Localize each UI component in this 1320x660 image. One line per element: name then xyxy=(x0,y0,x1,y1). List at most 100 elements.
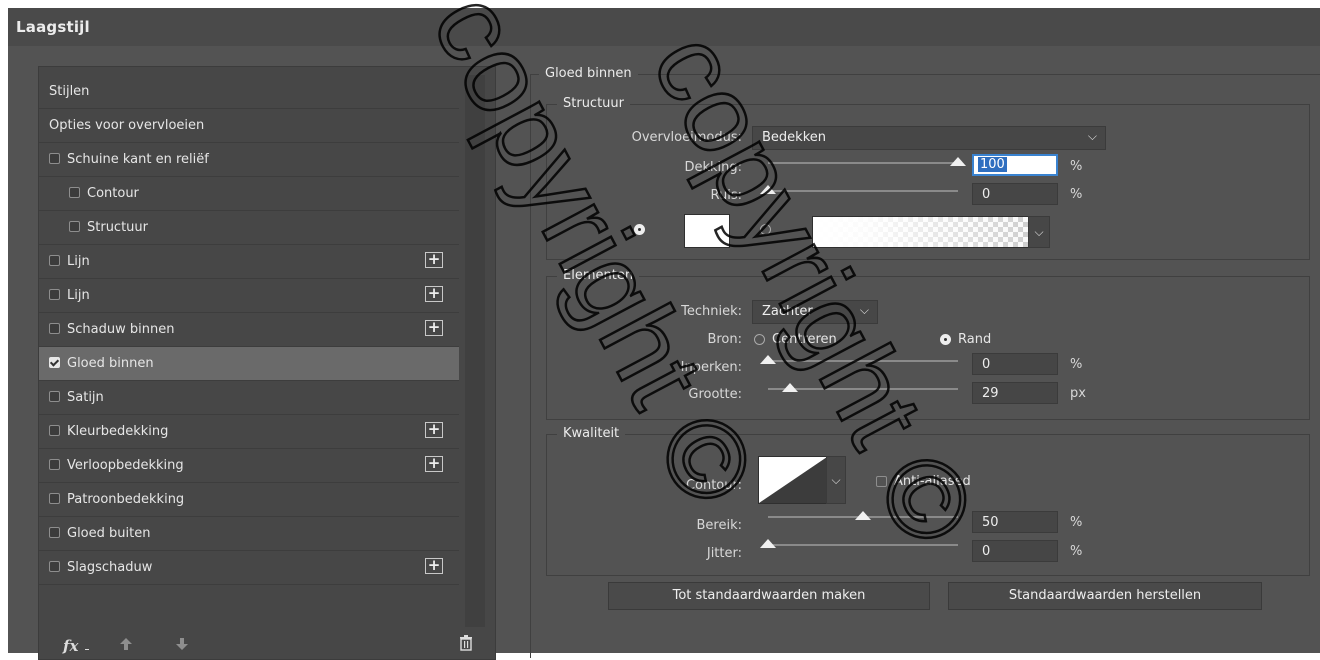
gradient-dropdown[interactable]: ⌵ xyxy=(1028,216,1050,248)
style-item-label: Satijn xyxy=(67,390,104,405)
jitter-unit: % xyxy=(1070,544,1083,559)
jitter-input[interactable]: 0 xyxy=(972,540,1058,562)
style-item[interactable]: Patroonbedekking xyxy=(39,483,459,517)
style-item[interactable]: Gloed buiten xyxy=(39,517,459,551)
style-item[interactable]: Lijn + xyxy=(39,279,459,313)
add-style-plus-icon[interactable]: + xyxy=(425,286,443,302)
add-style-plus-icon[interactable]: + xyxy=(425,422,443,438)
blend-mode-select[interactable]: Bedekken ⌵ xyxy=(752,126,1106,150)
choke-slider[interactable] xyxy=(760,355,958,364)
fx-dropdown-marker xyxy=(85,649,89,650)
style-item[interactable]: Satijn xyxy=(39,381,459,415)
dialog-title: Laagstijl xyxy=(16,18,90,36)
source-label: Bron: xyxy=(707,332,742,347)
style-checkbox[interactable] xyxy=(49,357,60,368)
technique-select[interactable]: Zachter ⌵ xyxy=(752,300,878,324)
gradient-preview[interactable] xyxy=(812,216,1030,248)
range-value: 50 xyxy=(982,515,999,530)
contour-preview[interactable] xyxy=(758,456,828,504)
noise-unit: % xyxy=(1070,187,1083,202)
styles-footer: fx xyxy=(39,627,495,659)
jitter-slider[interactable] xyxy=(760,539,958,548)
style-checkbox[interactable] xyxy=(69,187,80,198)
source-edge-label[interactable]: Rand xyxy=(958,332,991,347)
style-item[interactable]: Gloed binnen xyxy=(39,347,459,381)
gradient-radio[interactable] xyxy=(760,224,771,235)
style-item[interactable]: Slagschaduw + xyxy=(39,551,459,585)
jitter-slider-handle[interactable] xyxy=(760,539,776,548)
add-style-plus-icon[interactable]: + xyxy=(425,558,443,574)
style-item[interactable]: Stijlen xyxy=(39,75,459,109)
style-item[interactable]: Schuine kant en reliëf xyxy=(39,143,459,177)
add-style-plus-icon[interactable]: + xyxy=(425,320,443,336)
style-checkbox[interactable] xyxy=(49,391,60,402)
style-item[interactable]: Structuur xyxy=(39,211,459,245)
style-checkbox[interactable] xyxy=(49,255,60,266)
style-checkbox[interactable] xyxy=(49,493,60,504)
style-checkbox[interactable] xyxy=(49,561,60,572)
range-slider-handle[interactable] xyxy=(855,511,871,520)
styles-scrollbar[interactable] xyxy=(465,75,485,627)
style-item-label: Contour xyxy=(87,186,139,201)
source-edge-radio[interactable] xyxy=(940,334,951,345)
top-strip xyxy=(0,0,1320,8)
style-item[interactable]: Schaduw binnen + xyxy=(39,313,459,347)
style-item-label: Verloopbedekking xyxy=(67,458,184,473)
glow-color-swatch[interactable] xyxy=(684,214,730,248)
noise-value: 0 xyxy=(982,187,991,202)
style-checkbox[interactable] xyxy=(69,221,80,232)
add-style-plus-icon[interactable]: + xyxy=(425,252,443,268)
blend-mode-value: Bedekken xyxy=(762,130,826,145)
style-item-label: Gloed buiten xyxy=(67,526,151,541)
style-checkbox[interactable] xyxy=(49,527,60,538)
move-down-icon[interactable] xyxy=(175,637,189,651)
style-checkbox[interactable] xyxy=(49,289,60,300)
settings-panel: Gloed binnen Structuur Overvloeimodus: B… xyxy=(520,66,1320,658)
range-label: Bereik: xyxy=(696,518,743,533)
structuur-legend: Structuur xyxy=(557,96,631,111)
chevron-down-icon: ⌵ xyxy=(859,303,869,317)
move-up-icon[interactable] xyxy=(119,637,133,651)
size-unit: px xyxy=(1070,386,1086,401)
source-center-label[interactable]: Centreren xyxy=(772,332,837,347)
style-item-label: Gloed binnen xyxy=(67,356,154,371)
opacity-slider-handle[interactable] xyxy=(950,157,966,166)
range-input[interactable]: 50 xyxy=(972,511,1058,533)
reset-default-button[interactable]: Standaardwaarden herstellen xyxy=(948,582,1262,610)
antialias-label[interactable]: Anti-aliased xyxy=(894,474,971,489)
style-checkbox[interactable] xyxy=(49,153,60,164)
choke-input[interactable]: 0 xyxy=(972,353,1058,375)
style-item-label: Lijn xyxy=(67,288,90,303)
style-item[interactable]: Kleurbedekking + xyxy=(39,415,459,449)
style-item[interactable]: Verloopbedekking + xyxy=(39,449,459,483)
size-slider[interactable] xyxy=(768,383,958,392)
style-checkbox[interactable] xyxy=(49,459,60,470)
elementen-legend: Elementen xyxy=(557,268,640,283)
antialias-checkbox[interactable] xyxy=(876,476,887,487)
noise-slider[interactable] xyxy=(760,185,958,194)
style-item[interactable]: Lijn + xyxy=(39,245,459,279)
contour-dropdown[interactable]: ⌵ xyxy=(826,456,846,504)
style-item[interactable]: Opties voor overvloeien xyxy=(39,109,459,143)
choke-slider-handle[interactable] xyxy=(760,355,776,364)
size-input[interactable]: 29 xyxy=(972,382,1058,404)
style-checkbox[interactable] xyxy=(49,323,60,334)
opacity-slider[interactable] xyxy=(768,157,966,166)
style-item[interactable]: Contour xyxy=(39,177,459,211)
fx-icon[interactable]: fx xyxy=(63,637,78,655)
title-bar[interactable]: Laagstijl xyxy=(8,8,1320,46)
noise-input[interactable]: 0 xyxy=(972,183,1058,205)
make-default-button[interactable]: Tot standaardwaarden maken xyxy=(608,582,930,610)
add-style-plus-icon[interactable]: + xyxy=(425,456,443,472)
source-center-radio[interactable] xyxy=(754,334,765,345)
style-checkbox[interactable] xyxy=(49,425,60,436)
solid-color-radio[interactable] xyxy=(634,224,645,235)
size-slider-handle[interactable] xyxy=(782,383,799,392)
noise-slider-handle[interactable] xyxy=(760,185,776,194)
style-item-label: Lijn xyxy=(67,254,90,269)
trash-icon[interactable] xyxy=(459,635,473,651)
chevron-down-icon: ⌵ xyxy=(1087,129,1097,143)
opacity-input[interactable]: 100 xyxy=(972,154,1058,176)
style-item-label: Schuine kant en reliëf xyxy=(67,152,209,167)
range-slider[interactable] xyxy=(768,511,958,520)
